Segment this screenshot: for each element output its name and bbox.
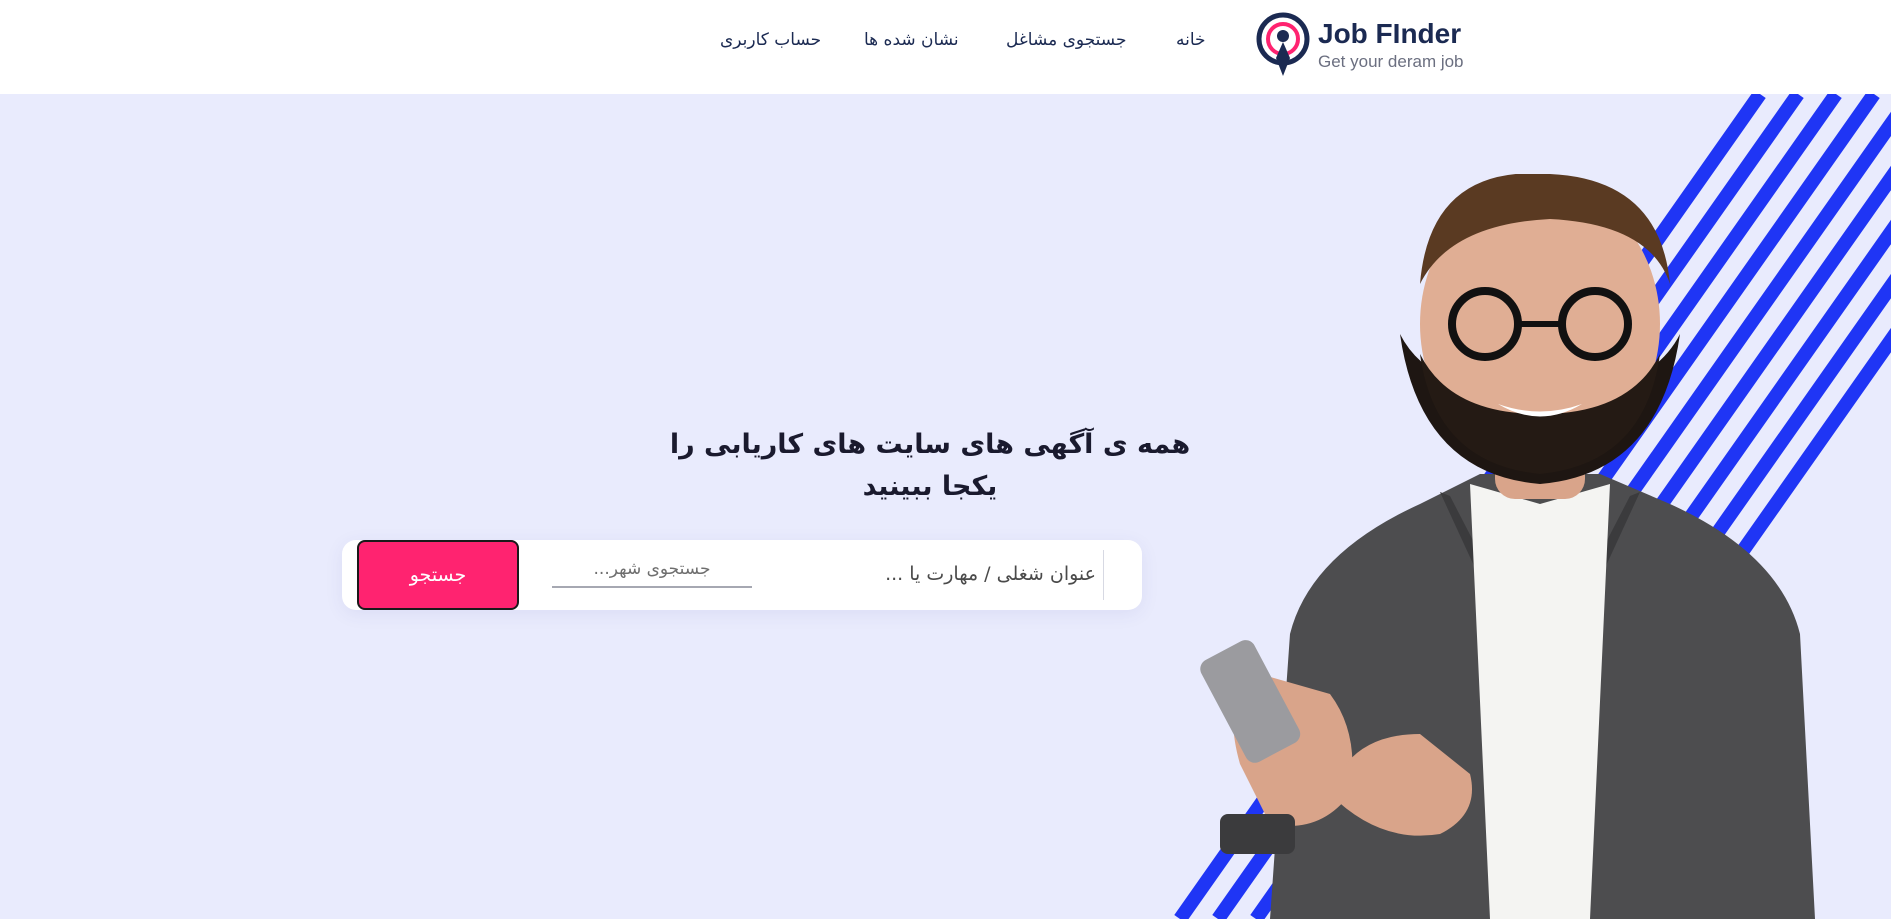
nav-home[interactable]: خانه	[1176, 30, 1206, 50]
nav-bookmarks[interactable]: نشان شده ها	[864, 30, 959, 50]
brand-name: Job FInder	[1318, 18, 1462, 49]
nav-job-search[interactable]: جستجوی مشاغل	[1006, 30, 1127, 50]
logo[interactable]: Job FInder Get your deram job	[1256, 12, 1466, 80]
job-title-input[interactable]	[742, 554, 1096, 594]
hero-section: همه ی آگهی های سایت های کاریابی را یکجا …	[0, 94, 1891, 919]
nav-account[interactable]: حساب کاربری	[720, 30, 821, 50]
search-divider	[1103, 550, 1104, 600]
brand-tagline: Get your deram job	[1318, 52, 1464, 71]
city-search-input[interactable]	[552, 552, 752, 588]
hero-headline: همه ی آگهی های سایت های کاریابی را یکجا …	[669, 429, 1191, 502]
site-header: Job FInder Get your deram job خانه جستجو…	[0, 0, 1891, 94]
businessman-holding-phone	[1200, 174, 1815, 919]
job-finder-logo-icon	[1256, 12, 1310, 76]
job-search-bar: جستجو	[342, 540, 1142, 610]
search-button[interactable]: جستجو	[357, 540, 519, 610]
main-nav: خانه جستجوی مشاغل نشان شده ها حساب کاربر…	[700, 30, 1220, 60]
